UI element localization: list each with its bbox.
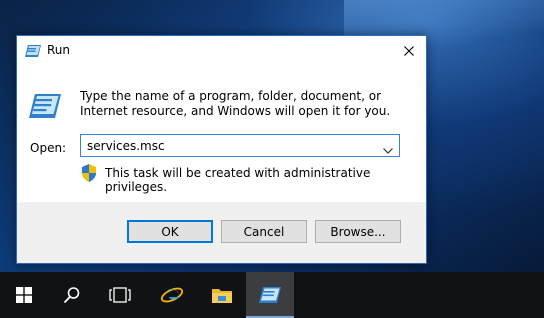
run-taskbar-button[interactable]	[246, 272, 294, 318]
open-label: Open:	[30, 141, 67, 155]
taskbar	[0, 272, 544, 318]
windows-start-icon	[16, 287, 32, 303]
close-button[interactable]	[392, 36, 426, 66]
dialog-title: Run	[47, 43, 71, 57]
close-icon	[404, 46, 414, 56]
dialog-description: Type the name of a program, folder, docu…	[80, 89, 391, 118]
run-large-icon	[29, 94, 61, 121]
browse-button[interactable]: Browse...	[315, 220, 401, 243]
open-input[interactable]: services.msc	[87, 139, 165, 153]
file-explorer-icon	[212, 289, 232, 303]
run-icon	[25, 45, 41, 60]
ok-button[interactable]: OK	[127, 220, 213, 243]
search-button[interactable]	[48, 272, 96, 318]
run-app-icon	[259, 287, 281, 303]
admin-privileges-notice: This task will be created with administr…	[105, 166, 371, 194]
internet-explorer-icon	[160, 287, 184, 303]
open-combobox[interactable]: services.msc	[80, 134, 400, 157]
internet-explorer-button[interactable]	[148, 272, 196, 318]
chevron-down-icon[interactable]	[383, 143, 393, 157]
title-bar[interactable]: Run	[17, 36, 426, 66]
start-button[interactable]	[0, 272, 48, 318]
task-view-button[interactable]	[96, 272, 144, 318]
dialog-footer: OK Cancel Browse...	[17, 202, 426, 263]
search-icon	[63, 287, 80, 304]
file-explorer-button[interactable]	[198, 272, 246, 318]
task-view-icon	[109, 287, 131, 303]
uac-shield-icon	[81, 164, 97, 185]
run-dialog: Run Type the name of a program, folder, …	[16, 35, 427, 264]
cancel-button[interactable]: Cancel	[221, 220, 307, 243]
